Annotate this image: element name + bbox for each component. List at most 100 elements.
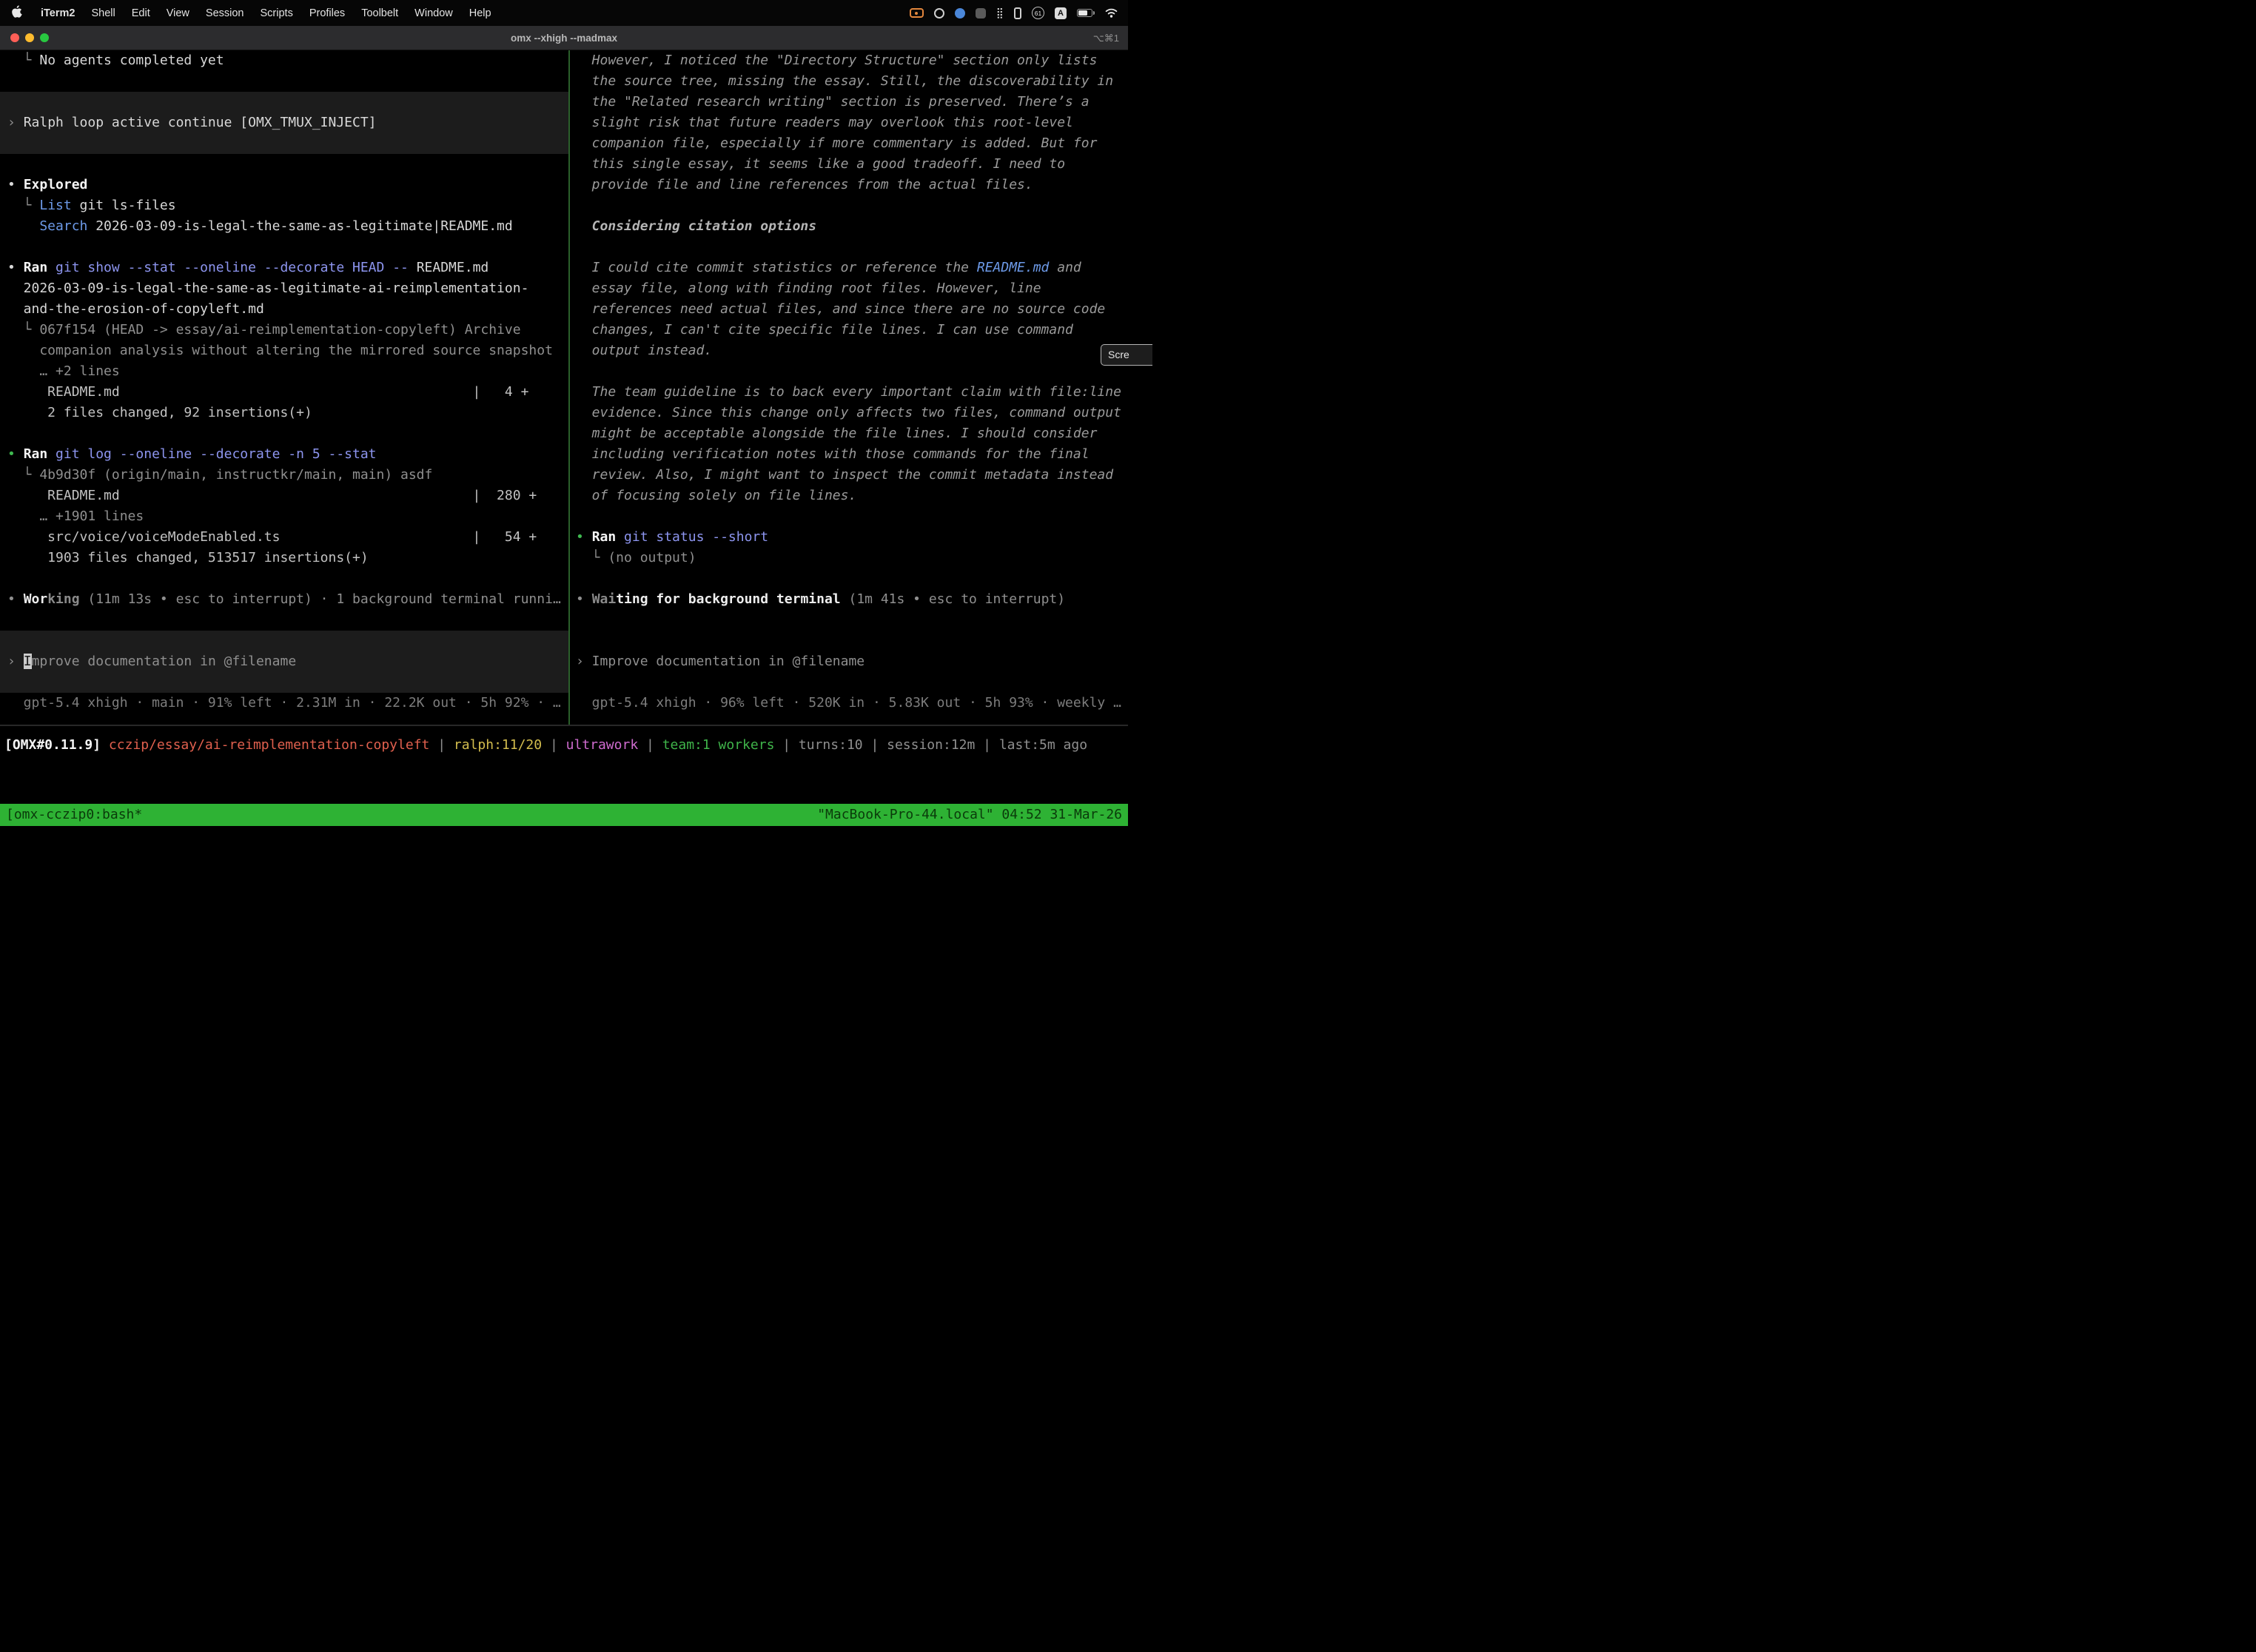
terminal-line: └ (no output) <box>570 548 1128 568</box>
text-segment: (1m 41s • esc to interrupt) <box>841 591 1065 607</box>
grid-icon[interactable]: ⣿ <box>996 7 1004 19</box>
badge-61-icon[interactable]: 61 <box>1032 7 1044 19</box>
terminal-line <box>0 610 568 631</box>
terminal-line: the "Related research writing" section i… <box>570 92 1128 113</box>
text-segment: └ (no output) <box>576 550 696 565</box>
text-segment: mprove documentation in @filename <box>32 654 297 669</box>
text-segment: team:1 workers <box>662 737 775 753</box>
text-segment: this single essay, it seems like a good … <box>576 156 1065 172</box>
terminal-line <box>0 423 568 444</box>
terminal-line <box>570 506 1128 527</box>
window-title-bar[interactable]: omx --xhigh --madmax ⌥⌘1 <box>0 26 1128 50</box>
terminal-line: I could cite commit statistics or refere… <box>570 258 1128 278</box>
text-segment: essay file, along with finding root file… <box>576 281 1041 296</box>
text-segment: king <box>47 591 79 607</box>
text-segment: Explored <box>24 177 88 192</box>
terminal-line: … +1901 lines <box>0 506 568 527</box>
terminal-line: changes, I can't cite specific file line… <box>570 320 1128 340</box>
terminal-line <box>570 237 1128 258</box>
menu-item-shell[interactable]: Shell <box>83 7 123 19</box>
text-segment: I <box>24 654 32 669</box>
notification-overlay[interactable]: Scre <box>1101 344 1152 366</box>
text-segment: slight risk that future readers may over… <box>576 115 1073 130</box>
terminal-line: README.md | 4 + <box>0 382 568 403</box>
menu-item-profiles[interactable]: Profiles <box>301 7 353 19</box>
text-segment: of focusing solely on file lines. <box>576 488 856 503</box>
terminal-line: • Ran git log --oneline --decorate -n 5 … <box>0 444 568 465</box>
app-dark-icon[interactable] <box>976 8 986 19</box>
menu-item-iterm2[interactable]: iTerm2 <box>33 7 83 19</box>
terminal-line: └ 067f154 (HEAD -> essay/ai-reimplementa… <box>0 320 568 340</box>
prompt-input-left[interactable]: › Improve documentation in @filename <box>0 651 568 672</box>
terminal-line <box>0 237 568 258</box>
text-segment: › <box>7 654 24 669</box>
apple-icon <box>12 5 22 21</box>
text-segment: README.md <box>409 260 489 275</box>
text-segment: | <box>638 737 662 753</box>
terminal-line: └ 4b9d30f (origin/main, instructkr/main,… <box>0 465 568 486</box>
text-segment: might be acceptable alongside the file l… <box>576 426 1097 441</box>
terminal-line <box>0 133 568 154</box>
text-segment: git ls-files <box>72 198 176 213</box>
terminal-line: 2026-03-09-is-legal-the-same-as-legitima… <box>0 278 568 299</box>
text-segment: including verification notes with those … <box>576 446 1090 462</box>
terminal-line <box>570 568 1128 589</box>
terminal-line: • Ran git status --short <box>570 527 1128 548</box>
tmux-host-time: "MacBook-Pro-44.local" 04:52 31-Mar-26 <box>817 804 1122 826</box>
text-segment: … +1901 lines <box>7 508 144 524</box>
text-segment: review. Also, I might want to inspect th… <box>576 467 1113 483</box>
menu-item-toolbelt[interactable]: Toolbelt <box>353 7 406 19</box>
screen: iTerm2ShellEditViewSessionScriptsProfile… <box>0 0 1128 826</box>
terminal-line: including verification notes with those … <box>570 444 1128 465</box>
input-source-icon[interactable]: A <box>1055 7 1067 19</box>
terminal-line: The team guideline is to back every impo… <box>570 382 1128 403</box>
text-segment: git status --short <box>616 529 768 545</box>
terminal-line: Search 2026-03-09-is-legal-the-same-as-l… <box>0 216 568 237</box>
display-icon[interactable] <box>1014 7 1021 19</box>
text-segment: List <box>39 198 71 213</box>
text-segment: and-the-erosion-of-copyleft.md <box>7 301 264 317</box>
text-segment: Ran <box>592 529 617 545</box>
terminal-line: references need actual files, and since … <box>570 299 1128 320</box>
screen-recording-icon[interactable] <box>910 8 924 18</box>
text-segment: However, I noticed the "Directory Struct… <box>576 53 1097 68</box>
terminal-line <box>570 610 1128 631</box>
terminal-line: • Explored <box>0 175 568 195</box>
text-segment: Ralph loop active continue [OMX_TMUX_INJ… <box>24 115 377 130</box>
text-segment: cczip/essay/ai-reimplementation-copyleft <box>109 737 429 753</box>
text-segment: gpt-5.4 xhigh · main · 91% left · 2.31M … <box>7 695 561 711</box>
text-segment: • <box>576 591 592 607</box>
menu-item-session[interactable]: Session <box>198 7 252 19</box>
terminal-line: However, I noticed the "Directory Struct… <box>570 50 1128 71</box>
app-circle-icon[interactable] <box>934 8 944 19</box>
battery-icon[interactable] <box>1077 9 1095 17</box>
prompt-input-right[interactable]: › Improve documentation in @filename <box>570 651 1128 672</box>
terminal-line: src/voice/voiceModeEnabled.ts | 54 + <box>0 527 568 548</box>
terminal-line: essay file, along with finding root file… <box>570 278 1128 299</box>
text-segment: companion analysis without altering the … <box>7 343 553 358</box>
terminal-line: README.md | 280 + <box>0 486 568 506</box>
window-title: omx --xhigh --madmax <box>0 26 1128 50</box>
terminal-line <box>0 568 568 589</box>
menu-item-window[interactable]: Window <box>406 7 461 19</box>
terminal-line: of focusing solely on file lines. <box>570 486 1128 506</box>
text-segment: Wor <box>24 591 48 607</box>
text-segment: • <box>7 260 24 275</box>
wifi-icon[interactable] <box>1105 8 1118 18</box>
text-segment: evidence. Since this change only affects… <box>576 405 1121 420</box>
apple-menu[interactable] <box>0 5 33 21</box>
text-segment: └ <box>7 198 39 213</box>
text-segment: Wai <box>592 591 617 607</box>
app-blue-icon[interactable] <box>955 8 965 19</box>
terminal-line: slight risk that future readers may over… <box>570 113 1128 133</box>
menu-item-edit[interactable]: Edit <box>124 7 158 19</box>
text-segment: changes, I can't cite specific file line… <box>576 322 1073 338</box>
menu-item-help[interactable]: Help <box>461 7 500 19</box>
terminal-line: • Waiting for background terminal (1m 41… <box>570 589 1128 610</box>
text-segment: git log --oneline --decorate -n 5 --stat <box>47 446 376 462</box>
menu-item-scripts[interactable]: Scripts <box>252 7 301 19</box>
text-segment: and <box>1049 260 1081 275</box>
menu-item-view[interactable]: View <box>158 7 198 19</box>
terminal-line: └ No agents completed yet <box>0 50 568 71</box>
text-segment: └ <box>7 53 39 68</box>
